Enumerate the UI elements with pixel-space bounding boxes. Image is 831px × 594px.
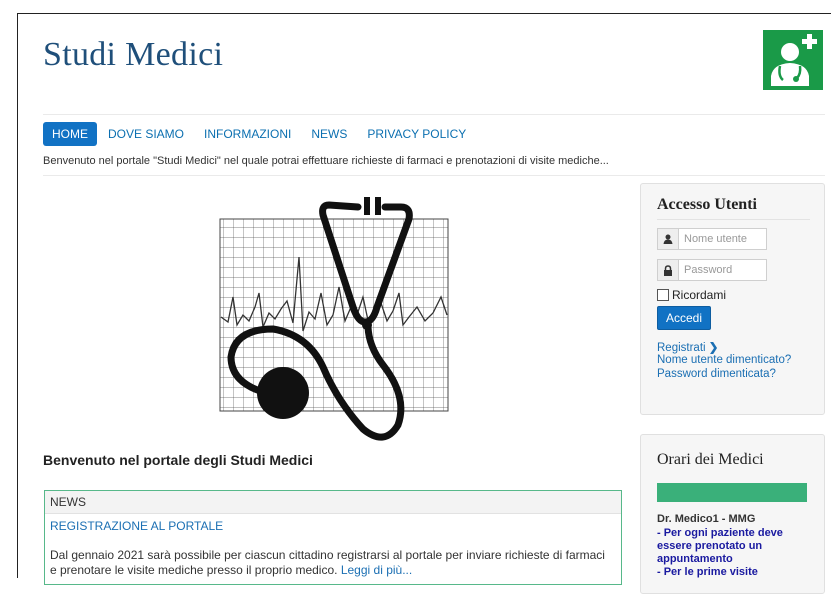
page-content: Studi Medici HOME DOVE SIAMO INFORMAZION… — [43, 14, 831, 594]
login-title: Accesso Utenti — [657, 196, 757, 213]
login-title-rule — [657, 219, 810, 220]
password-field[interactable] — [657, 259, 767, 281]
orari-color-bar — [657, 483, 807, 502]
page-frame: Studi Medici HOME DOVE SIAMO INFORMAZION… — [17, 13, 831, 594]
doctor-notes: - Per ogni paziente deve essere prenotat… — [657, 527, 817, 579]
remember-checkbox[interactable] — [657, 289, 669, 301]
forgot-username-link[interactable]: Nome utente dimenticato? — [657, 354, 791, 366]
nav-divider — [43, 175, 825, 176]
nav-item-home[interactable]: HOME — [43, 122, 97, 146]
nav-item-news[interactable]: NEWS — [302, 122, 356, 146]
orari-title: Orari dei Medici — [657, 451, 764, 468]
stethoscope-ecg-image — [213, 197, 453, 447]
login-button[interactable]: Accedi — [657, 306, 712, 330]
remember-me[interactable]: Ricordami — [657, 288, 726, 302]
register-link[interactable]: Registrati ❯ — [657, 340, 718, 354]
doctor-name: Dr. Medico1 - MMG — [657, 513, 756, 525]
welcome-text: Benvenuto nel portale "Studi Medici" nel… — [43, 155, 609, 167]
news-header: NEWS — [45, 491, 621, 514]
register-label: Registrati — [657, 342, 706, 354]
read-more-link[interactable]: Leggi di più... — [341, 563, 412, 577]
site-title[interactable]: Studi Medici — [43, 36, 223, 74]
nav-item-dove-siamo[interactable]: DOVE SIAMO — [99, 122, 193, 146]
doctor-note-2: - Per le prime visite — [657, 566, 758, 578]
header-divider — [43, 114, 825, 115]
lock-icon — [658, 260, 679, 280]
main-heading: Benvenuto nel portale degli Studi Medici — [43, 452, 313, 468]
remember-label: Ricordami — [672, 288, 727, 302]
news-body-text: Dal gennaio 2021 sarà possibile per cias… — [50, 548, 605, 577]
nav-item-informazioni[interactable]: INFORMAZIONI — [195, 122, 300, 146]
username-field[interactable] — [657, 228, 767, 250]
login-panel: Accesso Utenti Ricordami Accedi — [640, 183, 825, 415]
username-input[interactable] — [679, 229, 766, 249]
news-module: NEWS REGISTRAZIONE AL PORTALE Dal gennai… — [44, 490, 622, 585]
news-body: Dal gennaio 2021 sarà possibile per cias… — [50, 548, 610, 578]
news-title-link[interactable]: REGISTRAZIONE AL PORTALE — [50, 519, 223, 533]
user-icon — [658, 229, 679, 249]
main-nav: HOME DOVE SIAMO INFORMAZIONI NEWS PRIVAC… — [43, 122, 477, 146]
doctor-note-1: - Per ogni paziente deve essere prenotat… — [657, 527, 783, 565]
nav-item-privacy-policy[interactable]: PRIVACY POLICY — [358, 122, 475, 146]
forgot-password-link[interactable]: Password dimenticata? — [657, 368, 776, 380]
password-input[interactable] — [679, 260, 766, 280]
chevron-right-icon: ❯ — [708, 342, 719, 354]
orari-panel: Orari dei Medici Dr. Medico1 - MMG - Per… — [640, 434, 825, 594]
doctor-logo-icon[interactable] — [763, 30, 823, 90]
